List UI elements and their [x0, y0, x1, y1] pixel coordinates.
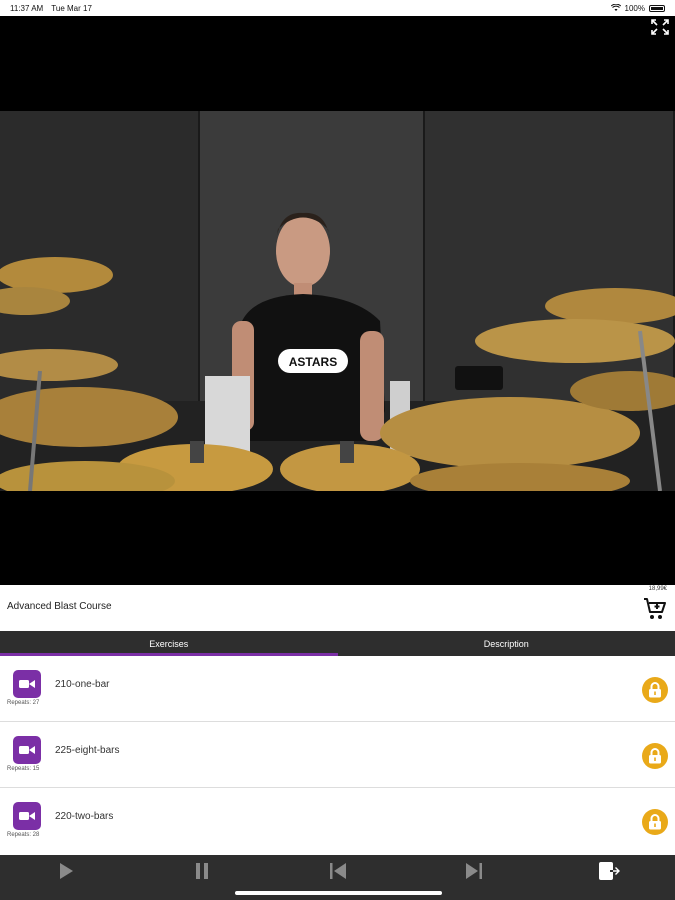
- wifi-icon: [610, 4, 621, 11]
- battery-icon: [649, 4, 665, 12]
- home-indicator[interactable]: [235, 891, 442, 895]
- lock-icon[interactable]: [642, 677, 668, 703]
- battery-percent: 100%: [624, 3, 645, 13]
- video-camera-icon: [13, 736, 41, 764]
- course-header: Advanced Blast Course 18,99€: [0, 585, 675, 631]
- skip-previous-icon[interactable]: [327, 861, 349, 881]
- lock-icon[interactable]: [642, 809, 668, 835]
- course-title: Advanced Blast Course: [7, 601, 112, 612]
- exercise-name: 220-two-bars: [55, 811, 114, 822]
- exercise-row[interactable]: 220-two-bars Repeats: 28: [0, 788, 675, 854]
- status-left: 11:37 AM Tue Mar 17: [10, 4, 98, 13]
- exercise-row[interactable]: 210-one-bar Repeats: 27: [0, 656, 675, 722]
- tab-exercises[interactable]: Exercises: [0, 631, 338, 656]
- shirt-logo: ASTARS: [289, 355, 337, 369]
- exercise-repeats: Repeats: 27: [7, 700, 40, 706]
- cart-icon[interactable]: [643, 597, 667, 621]
- exercise-list: 210-one-bar Repeats: 27 225-eight-bars R…: [0, 656, 675, 855]
- lock-icon[interactable]: [642, 743, 668, 769]
- status-bar: 11:37 AM Tue Mar 17 100%: [0, 0, 675, 16]
- video-camera-icon: [13, 670, 41, 698]
- play-icon[interactable]: [55, 861, 77, 881]
- course-price: 18,99€: [648, 586, 667, 592]
- exercise-row[interactable]: 225-eight-bars Repeats: 15: [0, 722, 675, 788]
- fullscreen-icon[interactable]: [651, 19, 669, 35]
- exercise-repeats: Repeats: 28: [7, 832, 40, 838]
- skip-next-icon[interactable]: [463, 861, 485, 881]
- drummer-scene: ASTARS: [0, 212, 675, 491]
- exercise-name: 225-eight-bars: [55, 745, 120, 756]
- exit-icon[interactable]: [598, 861, 620, 881]
- status-date: Tue Mar 17: [51, 3, 92, 13]
- pause-icon[interactable]: [191, 861, 213, 881]
- video-camera-icon: [13, 802, 41, 830]
- status-time: 11:37 AM: [10, 3, 44, 13]
- exercise-repeats: Repeats: 15: [7, 766, 40, 772]
- status-right: 100%: [610, 3, 665, 13]
- exercise-name: 210-one-bar: [55, 679, 110, 690]
- tab-bar: Exercises Description: [0, 631, 675, 656]
- video-player[interactable]: ASTARS: [0, 16, 675, 585]
- tab-description[interactable]: Description: [338, 631, 675, 656]
- video-frame: ASTARS: [0, 111, 675, 491]
